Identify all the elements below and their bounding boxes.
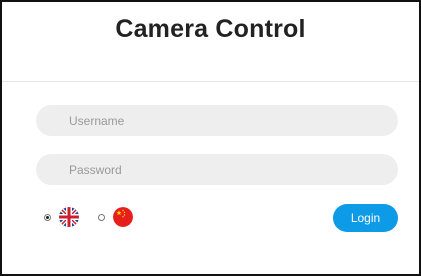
language-radio-chinese[interactable] — [98, 213, 105, 221]
login-button[interactable]: Login — [333, 204, 398, 232]
login-panel: Camera Control Username Login — [0, 0, 421, 276]
uk-flag-icon — [59, 207, 79, 227]
header: Camera Control — [2, 2, 419, 82]
password-input[interactable] — [36, 154, 398, 185]
username-input[interactable] — [36, 105, 398, 136]
page-title: Camera Control — [115, 15, 306, 43]
language-option-english[interactable] — [44, 204, 79, 230]
language-option-chinese[interactable] — [98, 204, 133, 230]
language-radio-english[interactable] — [44, 213, 51, 221]
china-flag-icon — [113, 207, 133, 227]
